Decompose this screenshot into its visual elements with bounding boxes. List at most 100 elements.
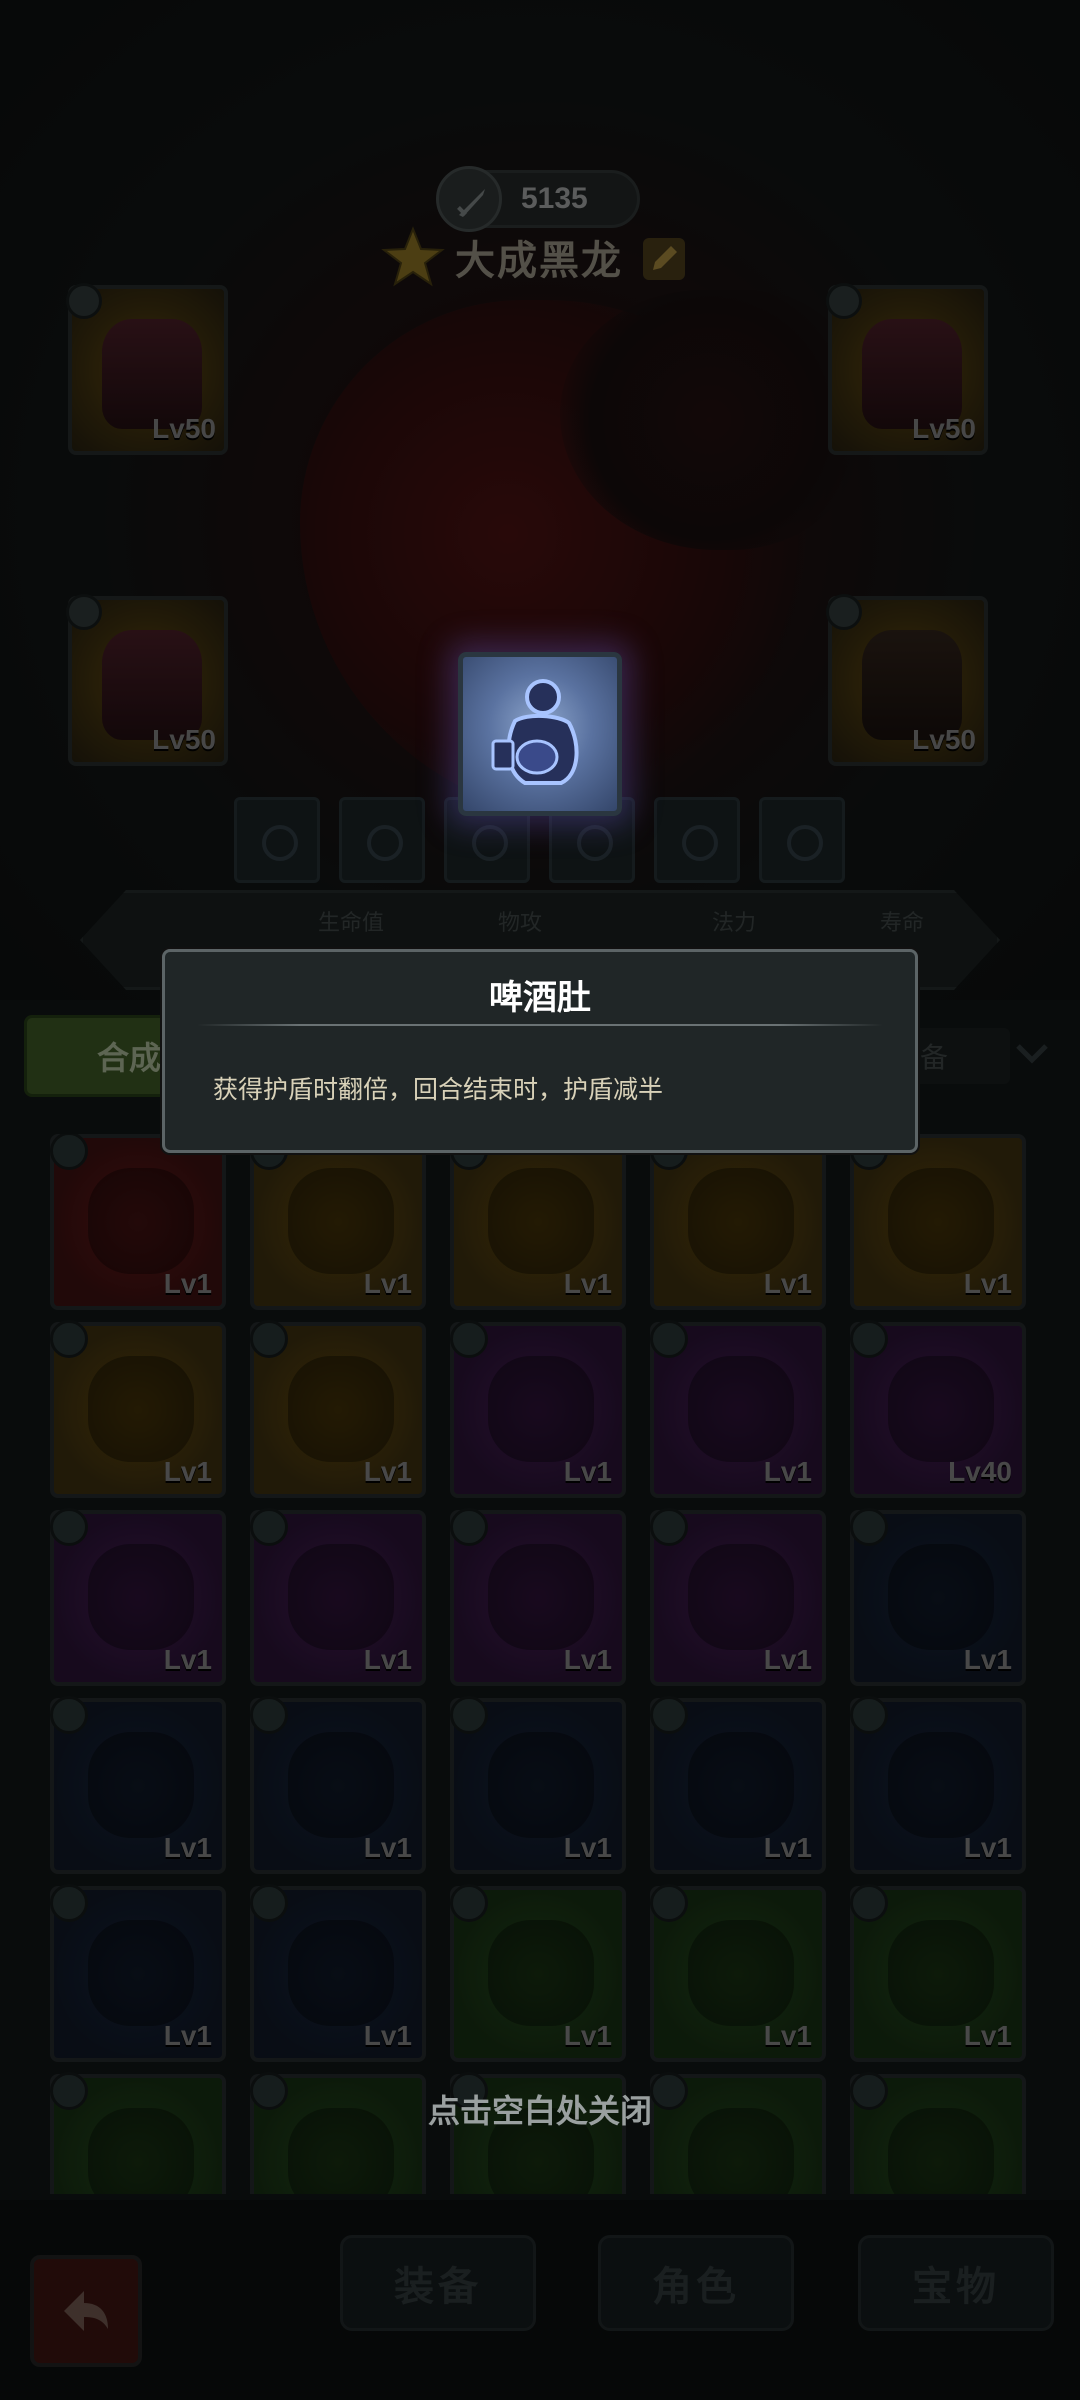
skill-slot-2[interactable] [339, 797, 425, 883]
item-art-icon [288, 1920, 394, 2026]
skill-slot-1[interactable] [234, 797, 320, 883]
slot-type-icon [66, 594, 102, 630]
tab-treasure[interactable]: 宝物 [858, 2235, 1054, 2331]
inventory-item[interactable]: Lv1 [450, 1508, 626, 1686]
item-type-icon [50, 1696, 88, 1734]
hero-background [0, 0, 1080, 1000]
stat-label-hp: 生命值 [318, 910, 385, 935]
inventory-item[interactable]: Lv1 [50, 1134, 226, 1310]
item-level: Lv1 [163, 1644, 212, 1675]
item-level: Lv1 [163, 1456, 212, 1487]
item-art-icon [288, 1168, 394, 1274]
skill-slot-6[interactable] [759, 797, 845, 883]
inventory-item[interactable]: Lv1 [50, 1320, 226, 1498]
item-level: Lv1 [563, 2020, 612, 2051]
item-level: Lv1 [763, 1832, 812, 1863]
equipment-level: Lv50 [152, 413, 216, 444]
item-art-icon [88, 1920, 194, 2026]
sword-power-icon [436, 166, 502, 232]
item-level: Lv1 [963, 1644, 1012, 1675]
item-art-icon [88, 1544, 194, 1650]
tab-character-label: 角色 [652, 2265, 740, 2309]
item-type-icon [50, 1134, 88, 1170]
chevron-down-icon[interactable] [1014, 1040, 1050, 1071]
item-level: Lv1 [363, 1832, 412, 1863]
item-level: Lv1 [363, 2020, 412, 2051]
inventory-item[interactable]: Lv1 [250, 1320, 426, 1498]
item-level: Lv1 [563, 1832, 612, 1863]
inventory-item[interactable]: Lv1 [450, 1320, 626, 1498]
item-art-icon [888, 1732, 994, 1838]
item-art-icon [888, 1920, 994, 2026]
inventory-item[interactable]: Lv1 [50, 1508, 226, 1686]
inventory-item[interactable]: Lv1 [850, 1134, 1026, 1310]
star-icon [380, 225, 446, 296]
power-value: 5135 [521, 182, 588, 215]
item-art-icon [888, 1544, 994, 1650]
game-screen[interactable]: 5135 大成黑龙 Lv50 Lv50 Lv50 Lv50 生命值 物攻 法力 … [0, 0, 1080, 2400]
item-art-icon [488, 1732, 594, 1838]
inventory-item[interactable]: Lv1 [650, 1696, 826, 1874]
inventory-item[interactable]: Lv1 [850, 1696, 1026, 1874]
item-type-icon [250, 1696, 288, 1734]
inventory-item[interactable]: Lv1 [250, 1508, 426, 1686]
item-art-icon [488, 1920, 594, 2026]
item-level: Lv1 [563, 1268, 612, 1299]
tab-equipment-label: 装备 [394, 2265, 482, 2309]
equipment-slot-bottom-left[interactable]: Lv50 [66, 594, 228, 766]
skill-slot-5[interactable] [654, 797, 740, 883]
stat-label-lifespan: 寿命 [880, 910, 925, 935]
inventory-item[interactable]: Lv1 [650, 1508, 826, 1686]
inventory-item[interactable]: Lv1 [850, 1884, 1026, 2062]
stat-label-attack: 物攻 [498, 910, 543, 935]
item-level: Lv1 [963, 1832, 1012, 1863]
item-art-icon [688, 1168, 794, 1274]
item-type-icon [250, 1884, 288, 1922]
inventory-item[interactable]: Lv1 [450, 1134, 626, 1310]
inventory-item[interactable]: Lv1 [650, 1134, 826, 1310]
item-art-icon [88, 1732, 194, 1838]
skill-tooltip-popup: 啤酒肚 获得护盾时翻倍，回合结束时，护盾减半 [162, 949, 918, 1153]
inventory-item[interactable]: Lv1 [650, 1320, 826, 1498]
item-level: Lv1 [763, 2020, 812, 2051]
item-type-icon [250, 1508, 288, 1546]
slot-type-icon [826, 283, 862, 319]
item-level: Lv1 [763, 1268, 812, 1299]
inventory-item[interactable]: Lv1 [450, 1696, 626, 1874]
inventory-item[interactable]: Lv1 [650, 1884, 826, 2062]
slot-type-icon [826, 594, 862, 630]
item-level: Lv1 [763, 1456, 812, 1487]
inventory-item[interactable]: Lv40 [850, 1320, 1026, 1498]
equipment-level: Lv50 [152, 724, 216, 755]
inventory-item[interactable]: Lv1 [50, 1696, 226, 1874]
item-level: Lv1 [763, 1644, 812, 1675]
tab-equipment[interactable]: 装备 [340, 2235, 536, 2331]
beer-belly-icon [458, 652, 622, 816]
inventory-item[interactable]: Lv1 [450, 1884, 626, 2062]
equipment-slot-bottom-right[interactable]: Lv50 [826, 594, 988, 766]
inventory-item[interactable]: Lv1 [250, 1884, 426, 2062]
tab-character[interactable]: 角色 [598, 2235, 794, 2331]
edit-name-icon[interactable] [643, 238, 685, 280]
equipment-slot-top-left[interactable]: Lv50 [66, 283, 228, 455]
back-arrow-icon [64, 2291, 108, 2331]
inventory-item[interactable]: Lv1 [250, 1134, 426, 1310]
item-art-icon [488, 1356, 594, 1462]
item-level: Lv1 [563, 1644, 612, 1675]
popup-description: 获得护盾时翻倍，回合结束时，护盾减半 [213, 1076, 664, 1104]
filter-label: 备 [920, 1042, 949, 1073]
inventory-item[interactable]: Lv1 [850, 1508, 1026, 1686]
inventory-item[interactable]: Lv1 [50, 1884, 226, 2062]
close-hint: 点击空白处关闭 [427, 2093, 652, 2129]
back-button[interactable] [30, 2255, 142, 2367]
tab-treasure-label: 宝物 [912, 2265, 1000, 2309]
item-type-icon [850, 1508, 888, 1546]
equipment-level: Lv50 [912, 724, 976, 755]
inventory-item[interactable]: Lv1 [250, 1696, 426, 1874]
item-type-icon [850, 1884, 888, 1922]
popup-title: 啤酒肚 [489, 979, 591, 1017]
item-art-icon [288, 1732, 394, 1838]
item-type-icon [250, 1320, 288, 1358]
equipment-slot-top-right[interactable]: Lv50 [826, 283, 988, 455]
item-level: Lv1 [363, 1268, 412, 1299]
